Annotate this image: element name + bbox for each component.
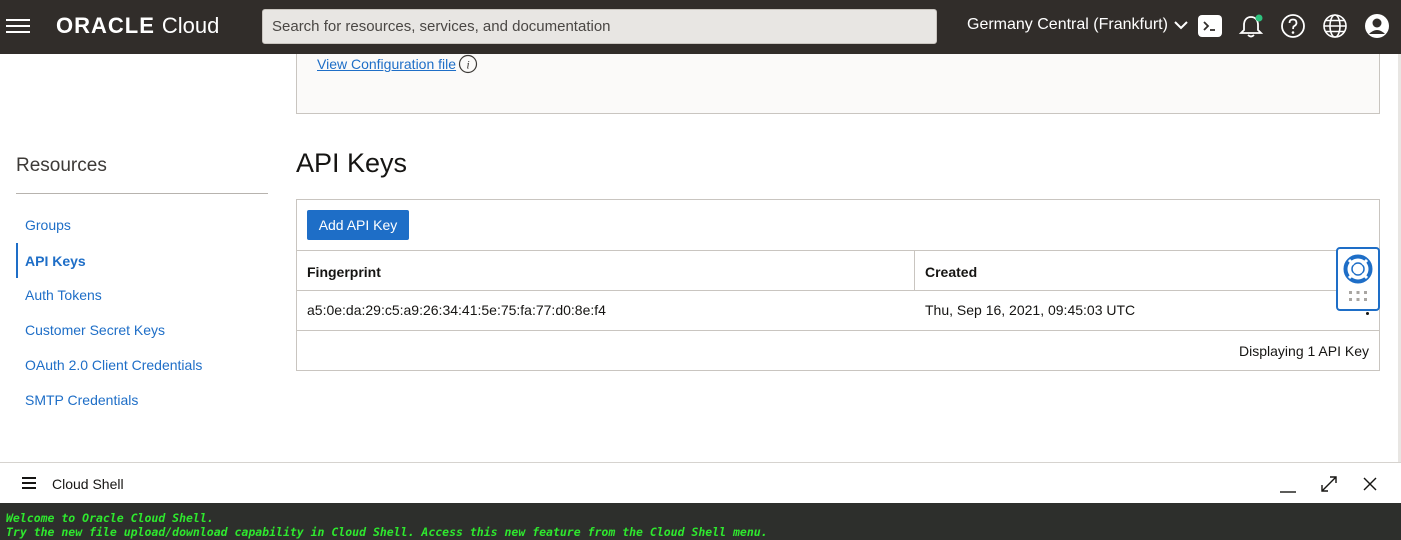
column-header-fingerprint[interactable]: Fingerprint: [307, 264, 381, 280]
cloud-shell-bar: Cloud Shell: [0, 462, 1401, 503]
info-icon[interactable]: i: [458, 54, 478, 74]
minimize-icon[interactable]: [1279, 475, 1297, 493]
table-footer-count: Displaying 1 API Key: [1239, 343, 1369, 359]
chevron-down-icon: [1174, 21, 1188, 30]
active-nav-indicator: [16, 243, 18, 278]
nav-item-api-keys[interactable]: API Keys: [25, 253, 86, 269]
cloud-shell-terminal[interactable]: Welcome to Oracle Cloud Shell. Try the n…: [0, 503, 1401, 540]
nav-item-customer-secret-keys[interactable]: Customer Secret Keys: [25, 322, 165, 338]
region-selector[interactable]: Germany Central (Frankfurt): [967, 16, 1189, 34]
resources-heading: Resources: [16, 155, 107, 176]
drag-handle-icon: [1349, 291, 1367, 301]
top-header: ORACLE Cloud Germany Central (Frankfurt): [0, 0, 1401, 54]
region-label: Germany Central (Frankfurt): [967, 16, 1168, 33]
resources-divider: [16, 193, 268, 194]
nav-item-smtp-credentials[interactable]: SMTP Credentials: [25, 392, 138, 408]
terminal-line: Welcome to Oracle Cloud Shell.: [6, 511, 214, 525]
add-api-key-button[interactable]: Add API Key: [307, 210, 409, 240]
close-icon[interactable]: [1361, 475, 1379, 493]
terminal-line: Try the new file upload/download capabil…: [6, 525, 768, 539]
maximize-icon[interactable]: [1320, 475, 1338, 493]
cloud-shell-icon[interactable]: [1197, 13, 1223, 39]
user-profile-icon[interactable]: [1364, 13, 1390, 39]
life-ring-icon: [1343, 254, 1373, 301]
nav-item-oauth-client-credentials[interactable]: OAuth 2.0 Client Credentials: [25, 357, 202, 373]
table-header: Fingerprint Created: [297, 250, 1379, 291]
notifications-bell-icon[interactable]: [1238, 13, 1264, 39]
api-keys-table: Add API Key Fingerprint Created a5:0e:da…: [296, 199, 1380, 371]
menu-hamburger-icon[interactable]: [6, 14, 32, 38]
view-configuration-file-link[interactable]: View Configuration file: [317, 56, 456, 72]
nav-item-groups[interactable]: Groups: [25, 217, 71, 233]
nav-item-auth-tokens[interactable]: Auth Tokens: [25, 287, 102, 303]
language-globe-icon[interactable]: [1322, 13, 1348, 39]
table-row: a5:0e:da:29:c5:a9:26:34:41:5e:75:fa:77:d…: [297, 291, 1379, 331]
configuration-panel: View Configuration file i: [296, 54, 1380, 114]
svg-text:i: i: [466, 58, 469, 72]
column-divider: [914, 251, 915, 291]
created-cell: Thu, Sep 16, 2021, 09:45:03 UTC: [925, 302, 1136, 318]
column-header-created[interactable]: Created: [925, 264, 977, 280]
cloud-shell-title: Cloud Shell: [52, 476, 124, 492]
logo-cloud-text: Cloud: [161, 13, 220, 38]
help-icon[interactable]: [1280, 13, 1306, 39]
search-input[interactable]: [262, 9, 937, 44]
fingerprint-cell: a5:0e:da:29:c5:a9:26:34:41:5e:75:fa:77:d…: [307, 302, 606, 318]
logo-oracle-text: ORACLE: [56, 13, 155, 38]
page-title: API Keys: [296, 148, 408, 178]
cloud-shell-menu-icon[interactable]: [22, 476, 38, 490]
oracle-cloud-logo[interactable]: ORACLE Cloud: [56, 13, 219, 41]
support-help-widget[interactable]: [1336, 247, 1380, 311]
